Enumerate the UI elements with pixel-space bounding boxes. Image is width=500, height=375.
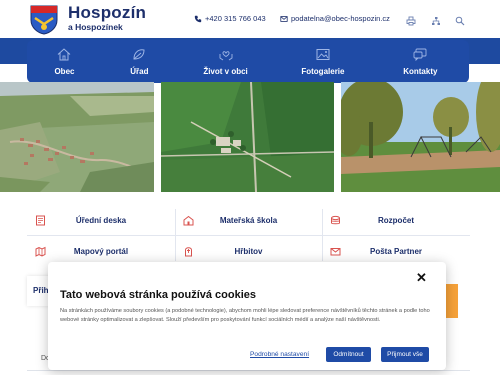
fields-aerial-photo bbox=[161, 82, 334, 192]
nav-label: Život v obci bbox=[203, 67, 248, 76]
cookie-dialog-text: Na stránkách používáme soubory cookies (… bbox=[60, 308, 430, 324]
phone-icon bbox=[194, 15, 202, 22]
home-icon bbox=[58, 48, 71, 61]
coins-icon bbox=[330, 215, 341, 226]
print-button[interactable] bbox=[406, 13, 416, 26]
nav-label: Úřad bbox=[130, 67, 149, 76]
site-header: Hospozín a Hospozínek +420 315 766 043 p… bbox=[0, 0, 500, 38]
quick-link-label: Hřbitov bbox=[234, 246, 263, 256]
site-subtitle: a Hospozínek bbox=[68, 22, 123, 32]
quick-link-label: Mapový portál bbox=[73, 246, 129, 256]
quick-link-label: Pošta Partner bbox=[369, 246, 423, 256]
heart-hands-icon bbox=[219, 51, 232, 61]
search-icon bbox=[455, 16, 465, 26]
search-button[interactable] bbox=[455, 13, 465, 26]
nav-item-zivot-v-obci[interactable]: Život v obci bbox=[177, 40, 274, 83]
image-icon bbox=[316, 49, 330, 60]
nav-label: Fotogalerie bbox=[301, 67, 345, 76]
quick-link-rozpocet[interactable]: Rozpočet bbox=[322, 205, 470, 235]
divider bbox=[27, 370, 470, 371]
park-playground-photo bbox=[341, 82, 500, 192]
reject-cookies-button[interactable]: Odmítnout bbox=[326, 347, 371, 362]
map-icon bbox=[35, 246, 46, 257]
coat-of-arms-logo[interactable] bbox=[29, 4, 59, 35]
sitemap-button[interactable] bbox=[431, 13, 441, 25]
nav-label: Kontakty bbox=[403, 67, 438, 76]
leaf-icon bbox=[133, 49, 145, 60]
nav-item-urad[interactable]: Úřad bbox=[102, 40, 177, 83]
close-icon[interactable]: ✕ bbox=[416, 271, 427, 284]
nav-item-fotogalerie[interactable]: Fotogalerie bbox=[274, 40, 371, 83]
notice-board-icon bbox=[35, 215, 46, 226]
quick-link-label: Úřední deska bbox=[75, 215, 127, 225]
nav-item-kontakty[interactable]: Kontakty bbox=[372, 40, 469, 83]
mail-icon bbox=[330, 246, 341, 257]
quick-link-label: Rozpočet bbox=[378, 215, 414, 225]
envelope-icon bbox=[280, 15, 288, 22]
quick-link-uredni-deska[interactable]: Úřední deska bbox=[27, 205, 175, 235]
accept-all-cookies-button[interactable]: Přijmout vše bbox=[381, 347, 429, 362]
chat-icon bbox=[413, 48, 427, 61]
sitemap-icon bbox=[432, 17, 440, 25]
print-icon bbox=[406, 16, 416, 26]
orange-accent-block bbox=[446, 284, 458, 318]
nav-item-obec[interactable]: Obec bbox=[27, 40, 102, 83]
email-address: podatelna@obec-hospozin.cz bbox=[291, 14, 390, 23]
cookie-dialog-title: Tato webová stránka používá cookies bbox=[60, 289, 257, 301]
school-icon bbox=[183, 215, 194, 226]
site-title[interactable]: Hospozín bbox=[68, 3, 146, 23]
quick-link-materska-skola[interactable]: Mateřská škola bbox=[175, 205, 322, 235]
quick-link-label: Mateřská škola bbox=[219, 215, 278, 225]
phone-contact[interactable]: +420 315 766 043 bbox=[194, 14, 266, 23]
village-aerial-photo bbox=[0, 82, 154, 192]
quick-links: Úřední deska Mateřská škola Rozpočet Map… bbox=[27, 205, 470, 265]
main-navigation: Obec Úřad Život v obci Fotogalerie Konta… bbox=[27, 40, 469, 83]
nav-label: Obec bbox=[54, 67, 75, 76]
phone-number: +420 315 766 043 bbox=[205, 14, 266, 23]
cookie-settings-link[interactable]: Podrobné nastavení bbox=[250, 351, 309, 358]
grave-icon bbox=[183, 246, 194, 257]
email-contact[interactable]: podatelna@obec-hospozin.cz bbox=[280, 14, 390, 23]
